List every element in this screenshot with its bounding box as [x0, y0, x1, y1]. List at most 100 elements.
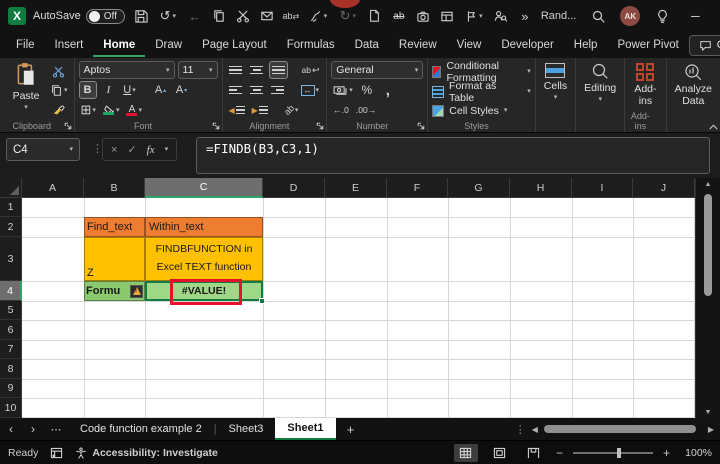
column-header-d[interactable]: D: [263, 178, 325, 198]
middle-align-button[interactable]: [248, 61, 266, 79]
excel-logo-icon[interactable]: [8, 7, 26, 25]
normal-view-button[interactable]: [453, 443, 478, 462]
borders-button[interactable]: ⊞ ▾: [79, 101, 98, 119]
shrink-font-button[interactable]: A ▾: [173, 81, 191, 99]
copy-button[interactable]: [210, 6, 228, 26]
increase-decimal-button[interactable]: ←.0: [331, 101, 351, 119]
number-format-select[interactable]: General ▾: [331, 61, 424, 79]
sheet-tab-sheet3[interactable]: Sheet3: [217, 418, 276, 440]
cut-button[interactable]: [234, 6, 252, 26]
scroll-down-button[interactable]: ▼: [701, 406, 715, 418]
font-size-select[interactable]: 11 ▾: [177, 61, 218, 79]
cut-button-ribbon[interactable]: [48, 63, 70, 80]
decrease-indent-button[interactable]: ◀: [227, 101, 247, 119]
page-break-view-button[interactable]: [522, 444, 546, 462]
fill-handle[interactable]: [259, 298, 265, 304]
cell-b4[interactable]: Formu: [84, 281, 145, 301]
comma-style-button[interactable]: ,: [379, 81, 397, 99]
analyze-data-button[interactable]: Analyze Data: [671, 61, 716, 119]
horizontal-scroll-thumb[interactable]: [543, 425, 696, 433]
flag-pen-button[interactable]: ▾: [462, 6, 486, 26]
grow-font-button[interactable]: A ▴: [152, 81, 170, 99]
zoom-slider[interactable]: [572, 447, 653, 458]
table-view-button[interactable]: [438, 6, 456, 26]
cell-c2[interactable]: Within_text: [145, 217, 263, 237]
search-icon[interactable]: [589, 6, 607, 26]
name-box[interactable]: C4 ▾: [6, 138, 80, 161]
increase-indent-button[interactable]: ▶: [250, 101, 270, 119]
sheet-tab-sheet1-active[interactable]: Sheet1: [275, 418, 336, 440]
number-dialog-launcher[interactable]: [417, 122, 425, 130]
font-dialog-launcher[interactable]: [212, 122, 220, 130]
vertical-scroll-thumb[interactable]: [704, 194, 712, 296]
fill-color-button[interactable]: ▾: [101, 101, 122, 119]
tab-view[interactable]: View: [447, 34, 492, 57]
underline-button[interactable]: U ▾: [121, 81, 139, 99]
horizontal-scrollbar[interactable]: ⋮ ◀ ▶: [515, 423, 720, 436]
top-align-button[interactable]: [227, 61, 245, 79]
paste-button[interactable]: Paste ▾: [4, 61, 48, 119]
font-color-button[interactable]: A ▾: [124, 101, 144, 119]
row-header-10[interactable]: 10: [0, 398, 22, 418]
toolbar-overflow-button[interactable]: »: [516, 6, 534, 26]
zoom-out-button[interactable]: −: [556, 446, 563, 460]
percent-style-button[interactable]: %: [358, 81, 376, 99]
font-name-select[interactable]: Aptos ▾: [78, 61, 175, 79]
wrap-text-button[interactable]: ab ↩: [300, 61, 322, 79]
new-sheet-button[interactable]: +: [336, 422, 366, 437]
sheet-tab-code-function-example-2[interactable]: Code function example 2: [68, 418, 214, 440]
row-header-4[interactable]: 4: [0, 281, 22, 301]
alignment-dialog-launcher[interactable]: [316, 122, 324, 130]
format-as-table-button[interactable]: Format as Table ▾: [432, 80, 531, 104]
merge-center-button[interactable]: ↔ ▾: [299, 81, 322, 99]
align-left-button[interactable]: [227, 81, 245, 99]
tabbar-resize-handle[interactable]: ⋮: [515, 423, 526, 436]
redo-button[interactable]: ↻ ▾: [336, 6, 360, 26]
row-header-7[interactable]: 7: [0, 340, 22, 359]
decrease-decimal-button[interactable]: .00→: [354, 101, 378, 119]
cell-b3[interactable]: Z: [84, 237, 145, 281]
select-all-corner[interactable]: [0, 178, 22, 198]
cell-c3[interactable]: FINDBFUNCTION in Excel TEXT function: [145, 237, 263, 281]
format-painter-button[interactable]: ▾: [306, 6, 330, 26]
accessibility-status[interactable]: Accessibility: Investigate: [75, 447, 218, 459]
scroll-up-button[interactable]: ▲: [701, 178, 715, 190]
prev-sheet-button[interactable]: ‹: [0, 422, 22, 436]
column-header-a[interactable]: A: [22, 178, 84, 198]
lightbulb-icon[interactable]: [653, 6, 671, 26]
horizontal-scroll-track[interactable]: [543, 424, 702, 434]
user-avatar[interactable]: AK: [620, 6, 641, 26]
undo-button[interactable]: ↺ ▾: [156, 6, 180, 26]
formula-bar-expand-icon[interactable]: ▾: [165, 146, 169, 153]
editing-button[interactable]: Editing ▾: [580, 61, 620, 119]
next-sheet-button[interactable]: ›: [22, 422, 44, 436]
tab-draw[interactable]: Draw: [145, 34, 192, 57]
lookup-person-button[interactable]: [492, 6, 510, 26]
strikethrough-button[interactable]: ab: [390, 6, 408, 26]
row-header-1[interactable]: 1: [0, 198, 22, 217]
tab-home[interactable]: Home: [93, 34, 146, 57]
column-header-e[interactable]: E: [325, 178, 387, 198]
row-header-9[interactable]: 9: [0, 379, 22, 398]
all-sheets-button[interactable]: ⋯: [44, 423, 68, 436]
tab-data[interactable]: Data: [345, 34, 389, 57]
orientation-button[interactable]: ab ▾: [282, 101, 301, 119]
zoom-in-button[interactable]: +: [663, 446, 670, 460]
tab-review[interactable]: Review: [389, 34, 447, 57]
column-header-i[interactable]: I: [572, 178, 633, 198]
document-name[interactable]: Rand...: [541, 10, 576, 22]
cell-b2[interactable]: Find_text: [84, 217, 145, 237]
paste-picture-button[interactable]: [258, 6, 276, 26]
back-button[interactable]: ←: [186, 6, 204, 26]
vertical-scrollbar[interactable]: ▲ ▼: [695, 178, 720, 418]
conditional-formatting-button[interactable]: Conditional Formatting ▾: [432, 60, 531, 84]
insert-function-button[interactable]: fx: [147, 144, 155, 156]
format-painter-ribbon-button[interactable]: [48, 102, 70, 119]
tab-formulas[interactable]: Formulas: [277, 34, 345, 57]
new-file-button[interactable]: [366, 6, 384, 26]
row-header-8[interactable]: 8: [0, 359, 22, 379]
column-header-g[interactable]: G: [448, 178, 510, 198]
column-header-b[interactable]: B: [84, 178, 145, 198]
column-header-j[interactable]: J: [633, 178, 695, 198]
autosave-control[interactable]: AutoSave Off: [33, 8, 125, 24]
